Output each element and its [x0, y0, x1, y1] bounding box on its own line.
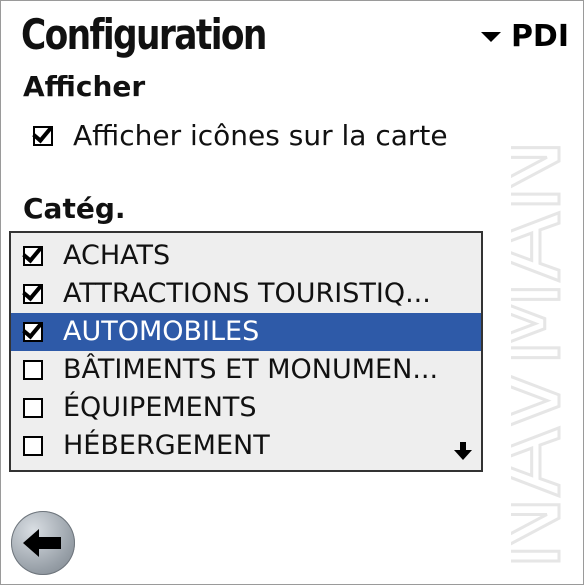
- back-arrow-icon: [23, 529, 61, 557]
- category-checkbox[interactable]: [23, 246, 43, 266]
- dropdown-triangle-icon: [480, 32, 501, 42]
- category-row-hebergement[interactable]: HÉBERGEMENT: [11, 427, 481, 465]
- categories-section-label: Catég.: [23, 192, 126, 225]
- category-row-equipements[interactable]: ÉQUIPEMENTS: [11, 389, 481, 427]
- category-label: BÂTIMENTS ET MONUMEN...: [63, 354, 439, 385]
- category-label: HÉBERGEMENT: [63, 430, 270, 461]
- category-label: ACHATS: [63, 240, 171, 271]
- show-icons-checkbox-row[interactable]: Afficher icônes sur la carte: [33, 119, 448, 153]
- scroll-down-arrow-icon[interactable]: [453, 441, 473, 461]
- category-list[interactable]: ACHATS ATTRACTIONS TOURISTIQ... AUTOMOBI…: [9, 231, 483, 472]
- watermark-text: NAVMAN: [511, 140, 571, 571]
- category-checkbox[interactable]: [23, 436, 43, 456]
- category-dropdown-label: PDI: [510, 19, 569, 54]
- category-row-attractions[interactable]: ATTRACTIONS TOURISTIQ...: [11, 275, 481, 313]
- category-dropdown[interactable]: PDI: [480, 19, 569, 54]
- category-row-batiments[interactable]: BÂTIMENTS ET MONUMEN...: [11, 351, 481, 389]
- show-icons-label: Afficher icônes sur la carte: [73, 119, 448, 152]
- back-button[interactable]: [11, 511, 75, 575]
- category-row-achats[interactable]: ACHATS: [11, 237, 481, 275]
- category-checkbox[interactable]: [23, 398, 43, 418]
- category-checkbox[interactable]: [23, 322, 43, 342]
- category-checkbox[interactable]: [23, 360, 43, 380]
- show-icons-checkbox[interactable]: [33, 126, 53, 146]
- category-row-automobiles[interactable]: AUTOMOBILES: [11, 313, 481, 351]
- navman-watermark: NAVMAN: [511, 138, 571, 572]
- display-section-label: Afficher: [23, 70, 146, 103]
- category-checkbox[interactable]: [23, 284, 43, 304]
- page-title: Configuration: [21, 10, 267, 59]
- category-label: ATTRACTIONS TOURISTIQ...: [63, 278, 431, 309]
- category-label: ÉQUIPEMENTS: [63, 392, 257, 423]
- screen: NAVMAN Configuration PDI Afficher Affich…: [0, 0, 584, 585]
- category-label: AUTOMOBILES: [63, 316, 260, 347]
